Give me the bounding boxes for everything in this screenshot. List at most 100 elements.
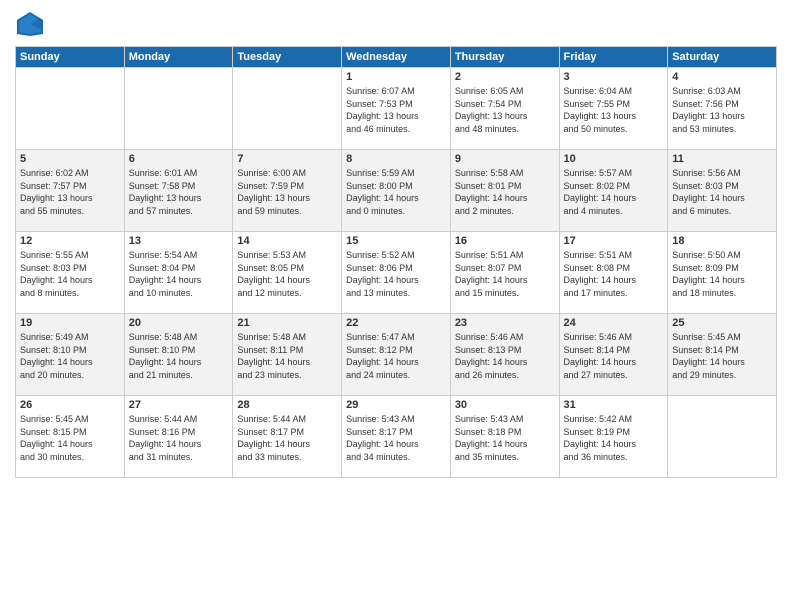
- day-number: 18: [672, 235, 772, 247]
- day-number: 11: [672, 153, 772, 165]
- day-info: Sunrise: 6:02 AM Sunset: 7:57 PM Dayligh…: [20, 167, 120, 217]
- calendar-table: SundayMondayTuesdayWednesdayThursdayFrid…: [15, 46, 777, 478]
- calendar-cell: 24 Sunrise: 5:46 AM Sunset: 8:14 PM Dayli…: [559, 314, 668, 396]
- calendar-row: 26 Sunrise: 5:45 AM Sunset: 8:15 PM Dayli…: [16, 396, 777, 478]
- page-header: [15, 10, 777, 38]
- day-number: 5: [20, 153, 120, 165]
- calendar-cell: 7 Sunrise: 6:00 AM Sunset: 7:59 PM Daylig…: [233, 150, 342, 232]
- day-number: 10: [564, 153, 664, 165]
- weekday-header-saturday: Saturday: [668, 47, 777, 68]
- day-number: 3: [564, 71, 664, 83]
- day-number: 31: [564, 399, 664, 411]
- day-number: 17: [564, 235, 664, 247]
- calendar-row: 1Sunrise: 6:07 AM Sunset: 7:53 PM Daylig…: [16, 68, 777, 150]
- day-info: Sunrise: 5:53 AM Sunset: 8:05 PM Dayligh…: [237, 249, 337, 299]
- day-info: Sunrise: 5:57 AM Sunset: 8:02 PM Dayligh…: [564, 167, 664, 217]
- calendar-cell: 29 Sunrise: 5:43 AM Sunset: 8:17 PM Dayli…: [342, 396, 451, 478]
- calendar-cell: 25Sunrise: 5:45 AM Sunset: 8:14 PM Dayli…: [668, 314, 777, 396]
- calendar-row: 12 Sunrise: 5:55 AM Sunset: 8:03 PM Dayli…: [16, 232, 777, 314]
- calendar-cell: 1Sunrise: 6:07 AM Sunset: 7:53 PM Daylig…: [342, 68, 451, 150]
- calendar-row: 5 Sunrise: 6:02 AM Sunset: 7:57 PM Daylig…: [16, 150, 777, 232]
- calendar-cell: 17 Sunrise: 5:51 AM Sunset: 8:08 PM Dayli…: [559, 232, 668, 314]
- calendar-cell: 14Sunrise: 5:53 AM Sunset: 8:05 PM Dayli…: [233, 232, 342, 314]
- day-number: 12: [20, 235, 120, 247]
- day-number: 16: [455, 235, 555, 247]
- calendar-cell: 20 Sunrise: 5:48 AM Sunset: 8:10 PM Dayli…: [124, 314, 233, 396]
- day-number: 20: [129, 317, 229, 329]
- day-info: Sunrise: 6:00 AM Sunset: 7:59 PM Dayligh…: [237, 167, 337, 217]
- day-info: Sunrise: 6:07 AM Sunset: 7:53 PM Dayligh…: [346, 85, 446, 135]
- calendar-cell: 21Sunrise: 5:48 AM Sunset: 8:11 PM Dayli…: [233, 314, 342, 396]
- calendar-cell: 22 Sunrise: 5:47 AM Sunset: 8:12 PM Dayli…: [342, 314, 451, 396]
- calendar-cell: 3 Sunrise: 6:04 AM Sunset: 7:55 PM Daylig…: [559, 68, 668, 150]
- day-info: Sunrise: 5:47 AM Sunset: 8:12 PM Dayligh…: [346, 331, 446, 381]
- day-info: Sunrise: 5:46 AM Sunset: 8:14 PM Dayligh…: [564, 331, 664, 381]
- weekday-header-monday: Monday: [124, 47, 233, 68]
- calendar-cell: 6Sunrise: 6:01 AM Sunset: 7:58 PM Daylig…: [124, 150, 233, 232]
- day-info: Sunrise: 5:43 AM Sunset: 8:17 PM Dayligh…: [346, 413, 446, 463]
- day-info: Sunrise: 5:45 AM Sunset: 8:14 PM Dayligh…: [672, 331, 772, 381]
- day-info: Sunrise: 6:05 AM Sunset: 7:54 PM Dayligh…: [455, 85, 555, 135]
- day-info: Sunrise: 5:52 AM Sunset: 8:06 PM Dayligh…: [346, 249, 446, 299]
- day-number: 2: [455, 71, 555, 83]
- day-info: Sunrise: 5:54 AM Sunset: 8:04 PM Dayligh…: [129, 249, 229, 299]
- calendar-cell: 10 Sunrise: 5:57 AM Sunset: 8:02 PM Dayli…: [559, 150, 668, 232]
- day-number: 7: [237, 153, 337, 165]
- calendar-cell: [668, 396, 777, 478]
- day-number: 29: [346, 399, 446, 411]
- day-info: Sunrise: 5:55 AM Sunset: 8:03 PM Dayligh…: [20, 249, 120, 299]
- calendar-cell: 16 Sunrise: 5:51 AM Sunset: 8:07 PM Dayli…: [450, 232, 559, 314]
- day-number: 13: [129, 235, 229, 247]
- day-info: Sunrise: 5:42 AM Sunset: 8:19 PM Dayligh…: [564, 413, 664, 463]
- day-number: 28: [237, 399, 337, 411]
- calendar-row: 19Sunrise: 5:49 AM Sunset: 8:10 PM Dayli…: [16, 314, 777, 396]
- calendar-cell: [233, 68, 342, 150]
- calendar-cell: [124, 68, 233, 150]
- logo-icon: [15, 10, 45, 38]
- calendar-cell: 9 Sunrise: 5:58 AM Sunset: 8:01 PM Daylig…: [450, 150, 559, 232]
- day-number: 19: [20, 317, 120, 329]
- day-info: Sunrise: 5:58 AM Sunset: 8:01 PM Dayligh…: [455, 167, 555, 217]
- day-info: Sunrise: 6:03 AM Sunset: 7:56 PM Dayligh…: [672, 85, 772, 135]
- day-number: 6: [129, 153, 229, 165]
- day-info: Sunrise: 5:59 AM Sunset: 8:00 PM Dayligh…: [346, 167, 446, 217]
- weekday-header-friday: Friday: [559, 47, 668, 68]
- calendar-cell: 4 Sunrise: 6:03 AM Sunset: 7:56 PM Daylig…: [668, 68, 777, 150]
- day-info: Sunrise: 5:50 AM Sunset: 8:09 PM Dayligh…: [672, 249, 772, 299]
- calendar-cell: 18 Sunrise: 5:50 AM Sunset: 8:09 PM Dayli…: [668, 232, 777, 314]
- day-number: 24: [564, 317, 664, 329]
- day-number: 15: [346, 235, 446, 247]
- weekday-header-thursday: Thursday: [450, 47, 559, 68]
- day-info: Sunrise: 5:48 AM Sunset: 8:11 PM Dayligh…: [237, 331, 337, 381]
- calendar-cell: 31 Sunrise: 5:42 AM Sunset: 8:19 PM Dayli…: [559, 396, 668, 478]
- day-info: Sunrise: 6:04 AM Sunset: 7:55 PM Dayligh…: [564, 85, 664, 135]
- day-info: Sunrise: 5:43 AM Sunset: 8:18 PM Dayligh…: [455, 413, 555, 463]
- day-number: 9: [455, 153, 555, 165]
- calendar-cell: 23 Sunrise: 5:46 AM Sunset: 8:13 PM Dayli…: [450, 314, 559, 396]
- weekday-header-sunday: Sunday: [16, 47, 125, 68]
- day-number: 23: [455, 317, 555, 329]
- day-number: 4: [672, 71, 772, 83]
- weekday-header-row: SundayMondayTuesdayWednesdayThursdayFrid…: [16, 47, 777, 68]
- calendar-cell: 5 Sunrise: 6:02 AM Sunset: 7:57 PM Daylig…: [16, 150, 125, 232]
- calendar-cell: 27Sunrise: 5:44 AM Sunset: 8:16 PM Dayli…: [124, 396, 233, 478]
- day-number: 26: [20, 399, 120, 411]
- day-number: 30: [455, 399, 555, 411]
- day-info: Sunrise: 5:44 AM Sunset: 8:16 PM Dayligh…: [129, 413, 229, 463]
- day-number: 22: [346, 317, 446, 329]
- logo: [15, 10, 49, 38]
- day-info: Sunrise: 5:45 AM Sunset: 8:15 PM Dayligh…: [20, 413, 120, 463]
- calendar-cell: [16, 68, 125, 150]
- day-info: Sunrise: 5:51 AM Sunset: 8:08 PM Dayligh…: [564, 249, 664, 299]
- day-info: Sunrise: 5:44 AM Sunset: 8:17 PM Dayligh…: [237, 413, 337, 463]
- day-info: Sunrise: 5:48 AM Sunset: 8:10 PM Dayligh…: [129, 331, 229, 381]
- day-info: Sunrise: 5:46 AM Sunset: 8:13 PM Dayligh…: [455, 331, 555, 381]
- calendar-cell: 15 Sunrise: 5:52 AM Sunset: 8:06 PM Dayli…: [342, 232, 451, 314]
- calendar-cell: 13 Sunrise: 5:54 AM Sunset: 8:04 PM Dayli…: [124, 232, 233, 314]
- day-info: Sunrise: 5:51 AM Sunset: 8:07 PM Dayligh…: [455, 249, 555, 299]
- calendar-cell: 19Sunrise: 5:49 AM Sunset: 8:10 PM Dayli…: [16, 314, 125, 396]
- calendar-cell: 26 Sunrise: 5:45 AM Sunset: 8:15 PM Dayli…: [16, 396, 125, 478]
- calendar-cell: 2 Sunrise: 6:05 AM Sunset: 7:54 PM Daylig…: [450, 68, 559, 150]
- calendar-cell: 8Sunrise: 5:59 AM Sunset: 8:00 PM Daylig…: [342, 150, 451, 232]
- calendar-cell: 11Sunrise: 5:56 AM Sunset: 8:03 PM Dayli…: [668, 150, 777, 232]
